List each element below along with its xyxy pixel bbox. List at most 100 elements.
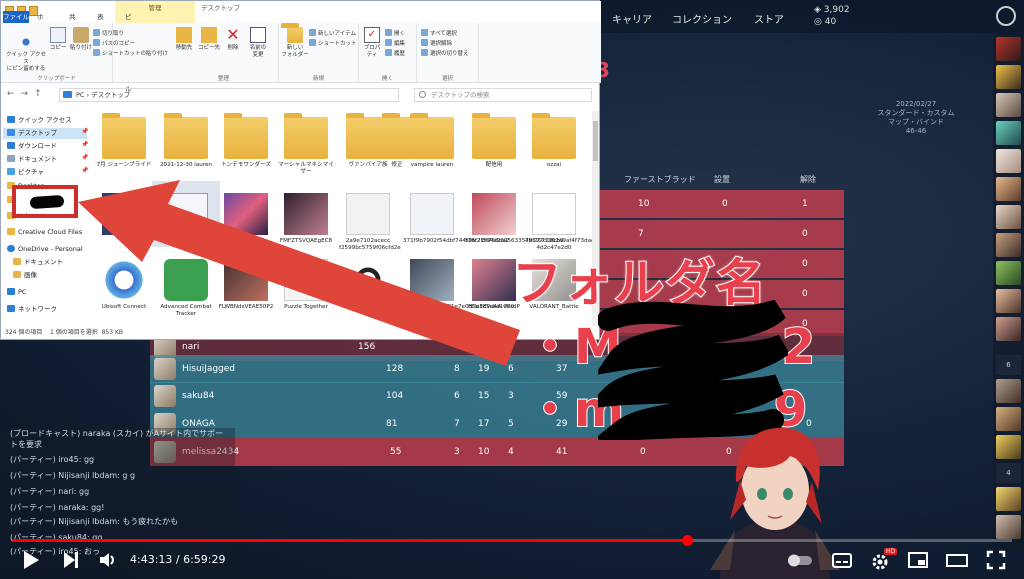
- copy-to-button[interactable]: コピー先: [197, 27, 221, 52]
- tab-view[interactable]: 表示: [97, 11, 104, 33]
- ribbon: クイック アクセス にピン留めする コピー 貼り付け 切り取り パスのコピー シ…: [1, 23, 601, 83]
- delete-button[interactable]: ✕ 削除: [223, 27, 243, 52]
- file-tile[interactable]: FMFZTSVQAEgEC8: [277, 193, 335, 265]
- nav-onedrive[interactable]: OneDrive - Personal: [7, 244, 83, 255]
- pin-quick-access-button[interactable]: クイック アクセス にピン留めする: [5, 27, 47, 73]
- picture-icon: [7, 168, 15, 175]
- edit-button[interactable]: 編集: [385, 39, 405, 47]
- file-tile[interactable]: 配信用: [465, 113, 523, 189]
- file-tile[interactable]: FLWBNdsVEAE50P2: [217, 259, 275, 331]
- theater-mode-icon[interactable]: [946, 550, 968, 570]
- file-tile[interactable]: 371f9b7902f54dbf744f36f21ff758ba2: [403, 193, 509, 265]
- nav-pictures[interactable]: ピクチャ: [7, 167, 44, 178]
- nav-creative-cloud[interactable]: Creative Cloud Files: [7, 227, 82, 238]
- agent-avatar: [996, 289, 1021, 313]
- file-tile[interactable]: Ubisoft Connect: [95, 259, 153, 331]
- video-progress-bar[interactable]: [12, 535, 1012, 546]
- select-none-button[interactable]: 選択解除: [421, 39, 452, 47]
- nav-label: ドキュメント: [18, 155, 57, 163]
- file-tile[interactable]: 7月 ジューンブライド: [95, 113, 153, 189]
- move-to-button[interactable]: 移動先: [173, 27, 195, 52]
- select-all-button[interactable]: すべて選択: [421, 29, 457, 37]
- cell: 104: [386, 391, 404, 401]
- file-tile[interactable]: 2a9e7102acecc f2599bc5759f06cfd2e: [339, 193, 401, 265]
- pin-icon: 📌: [81, 141, 89, 148]
- autoplay-toggle-icon[interactable]: [786, 550, 814, 570]
- redaction-scribble-large: [598, 300, 788, 440]
- rp-icon: ◎: [814, 17, 825, 27]
- chat-line: (パーティー) iro45: gg: [10, 455, 95, 464]
- image-thumbnail: [532, 193, 576, 235]
- file-tile[interactable]: ozzai: [525, 113, 583, 189]
- up-arrow-icon[interactable]: ↑: [34, 89, 48, 99]
- file-tile[interactable]: 2021-12-30 lauren: [157, 113, 215, 189]
- open-button[interactable]: 開く: [385, 29, 405, 37]
- nav-career[interactable]: キャリア: [612, 11, 652, 26]
- folder-icon: [102, 113, 146, 159]
- nav-quick-access[interactable]: クイック アクセス: [7, 115, 72, 126]
- image-thumbnail: [346, 193, 390, 235]
- cut-button[interactable]: 切り取り: [93, 29, 124, 37]
- tab-file[interactable]: ファイル: [3, 11, 29, 23]
- history-button[interactable]: 履歴: [385, 49, 405, 57]
- paste-button[interactable]: 貼り付け: [69, 27, 93, 52]
- button-label: 新しい フォルダー: [281, 45, 309, 58]
- file-tile[interactable]: Advanced Combat Tracker: [157, 259, 215, 331]
- invert-selection-button[interactable]: 選択の切り替え: [421, 49, 469, 57]
- nav-store[interactable]: ストア: [754, 11, 784, 26]
- nav-onedrive-images[interactable]: 画像: [13, 270, 37, 281]
- file-tile[interactable]: Valorant: [339, 259, 397, 331]
- new-item-button[interactable]: 新しいアイテム: [309, 29, 356, 37]
- file-tile[interactable]: e002fb9856b4a81e7e0d5a3d5cbd1050: [403, 259, 514, 331]
- file-tile[interactable]: vampire lauren: [403, 113, 461, 189]
- back-arrow-icon[interactable]: ←: [7, 89, 21, 99]
- image-thumbnail: [472, 259, 516, 301]
- file-tile[interactable]: Puzzle Together: [277, 259, 335, 331]
- cell: 0: [802, 229, 808, 239]
- volume-icon[interactable]: [98, 550, 118, 570]
- search-input[interactable]: デスクトップの検索: [414, 88, 592, 102]
- settings-gear-icon[interactable]: [996, 6, 1016, 26]
- file-tile[interactable]: トンデモワンダーズ: [217, 113, 275, 189]
- file-tile[interactable]: 1 (1): [217, 193, 275, 265]
- tab-home[interactable]: ホーム: [37, 11, 44, 45]
- new-folder-button[interactable]: 新しい フォルダー: [281, 27, 309, 59]
- nav-documents[interactable]: ドキュメント: [7, 154, 57, 165]
- nav-pc[interactable]: PC: [7, 287, 26, 298]
- nav-label: ドキュメント: [24, 258, 63, 266]
- subtitles-icon[interactable]: [832, 550, 852, 570]
- nav-desktop[interactable]: デスクトップ: [3, 128, 87, 139]
- copy-path-button[interactable]: パスのコピー: [93, 39, 135, 47]
- next-icon[interactable]: [62, 550, 80, 570]
- match-map: マップ・バインド: [888, 118, 944, 126]
- address-bar[interactable]: PC › デスクトップ: [59, 88, 399, 102]
- miniplayer-icon[interactable]: [908, 550, 928, 570]
- header-plant: 設置: [714, 175, 730, 184]
- cell: 0: [722, 199, 728, 209]
- button-label: 名前の 変更: [249, 45, 267, 58]
- copy-button[interactable]: コピー: [47, 27, 69, 52]
- forward-arrow-icon[interactable]: →: [21, 89, 35, 99]
- play-icon[interactable]: [22, 550, 40, 570]
- nav-label: ネットワーク: [18, 305, 57, 313]
- easy-access-button[interactable]: ショートカット: [309, 39, 357, 47]
- cell: 10: [478, 447, 490, 457]
- file-tile[interactable]: [95, 193, 153, 265]
- tab-share[interactable]: 共有: [69, 11, 76, 33]
- rename-button[interactable]: 名前の 変更: [245, 27, 271, 59]
- properties-button[interactable]: ✓ プロパティ: [361, 27, 383, 59]
- nav-network[interactable]: ネットワーク: [7, 304, 57, 315]
- file-name: トンデモワンダーズ: [220, 162, 272, 168]
- tab-picture-tools[interactable]: ピクチャツール: [125, 11, 132, 93]
- paste-shortcut-button[interactable]: ショートカットの貼り付け: [93, 49, 168, 57]
- file-name: Ubisoft Connect: [101, 304, 147, 310]
- fullscreen-icon[interactable]: [986, 550, 1006, 570]
- agent-avatar: [996, 177, 1021, 201]
- nav-onedrive-documents[interactable]: ドキュメント: [13, 257, 63, 268]
- group-open: ✓ プロパティ 開く 編集 履歴 開く: [359, 23, 417, 83]
- nav-collection[interactable]: コレクション: [672, 11, 732, 26]
- file-tile[interactable]: マーシャルマキシマイザー: [277, 113, 335, 189]
- file-tile[interactable]: 9ea0d200550a17b48: [152, 181, 220, 265]
- nav-downloads[interactable]: ダウンロード: [7, 141, 57, 152]
- image-thumbnail: [224, 193, 268, 235]
